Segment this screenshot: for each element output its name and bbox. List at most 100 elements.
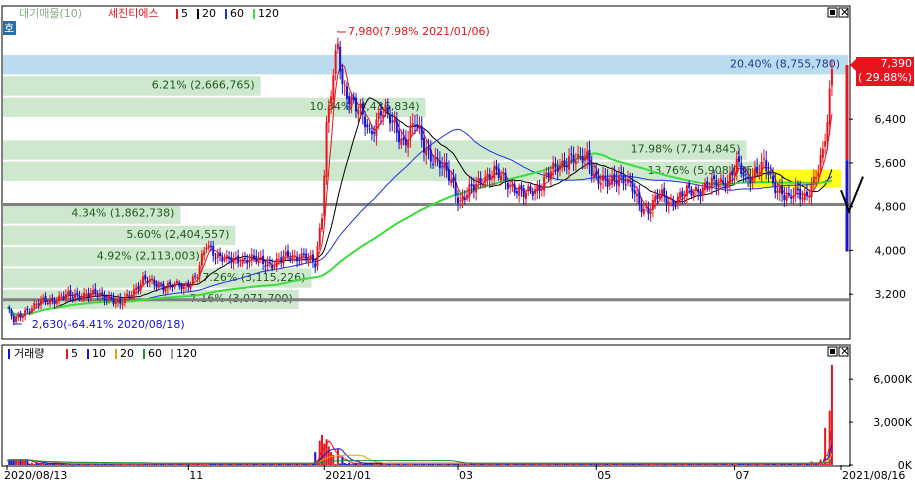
candle-body	[311, 254, 314, 262]
candle-body	[94, 288, 97, 295]
candle-body	[246, 260, 249, 264]
candle-body	[568, 155, 571, 170]
candle-body	[35, 303, 38, 305]
volume-bar	[713, 463, 716, 465]
volume-bar	[241, 463, 244, 465]
candle-body	[595, 171, 598, 177]
price-tick-label: 3,200	[875, 288, 907, 301]
x-tick-label: 2021/01	[325, 469, 371, 482]
price-tick-label: 4,000	[875, 244, 907, 257]
candle-body	[615, 180, 618, 185]
candle-body	[402, 137, 405, 141]
candle-body	[434, 157, 437, 163]
candle-body	[765, 160, 768, 171]
volume-bar	[21, 460, 24, 465]
candle-body	[502, 172, 505, 174]
volume-bar	[71, 464, 74, 466]
volume-bar	[794, 464, 797, 466]
candle-body	[130, 295, 133, 297]
candle-body	[667, 201, 670, 206]
volume-bar	[60, 463, 63, 465]
candle-body	[812, 176, 815, 183]
volume-bar	[427, 464, 430, 466]
candle-body	[237, 255, 240, 264]
corner-badge-text: 호	[4, 22, 14, 35]
candle-body	[450, 179, 453, 184]
candle-body	[298, 259, 301, 261]
volume-bar	[214, 463, 217, 465]
volume-bar	[10, 459, 13, 465]
candle-body	[51, 297, 54, 300]
candle-body	[352, 96, 355, 100]
candle-body	[724, 183, 727, 189]
candle-body	[92, 289, 95, 294]
candle-body	[597, 177, 600, 184]
candle-body	[604, 176, 607, 179]
candle-body	[574, 161, 577, 165]
vol-legend-marker-ma20	[115, 349, 117, 359]
candle-body	[461, 196, 464, 202]
candle-body	[162, 283, 165, 291]
candle-body	[636, 193, 639, 197]
candle-body	[570, 153, 573, 155]
volume-bar	[740, 463, 743, 465]
volume-bar	[647, 463, 650, 465]
candle-body	[717, 184, 720, 188]
candle-body	[257, 258, 260, 264]
legend-label-ma5: 5	[181, 7, 188, 20]
candle-body	[599, 182, 602, 185]
candle-body	[321, 218, 324, 230]
candle-body	[239, 264, 242, 266]
candle-body	[445, 162, 448, 171]
candle-body	[355, 97, 358, 112]
candle-body	[801, 198, 804, 200]
candle-body	[318, 228, 321, 247]
volume-bar	[30, 462, 33, 465]
candle-body	[141, 276, 144, 285]
volume-bar	[690, 464, 693, 466]
candle-body	[339, 46, 342, 72]
candle-body	[119, 297, 122, 304]
candle-body	[212, 245, 215, 257]
volume-bar	[373, 463, 376, 465]
candle-body	[148, 279, 151, 283]
candle-body	[565, 165, 568, 168]
candle-body	[658, 194, 661, 199]
candle-body	[441, 165, 444, 167]
volume-bar	[515, 463, 518, 465]
candle-body	[30, 308, 33, 313]
candle-body	[647, 207, 650, 214]
last-price-label: 7,390	[881, 57, 913, 70]
candle-body	[518, 186, 521, 196]
volume-bar	[624, 464, 627, 466]
candle-body	[486, 173, 489, 179]
candle-body	[44, 296, 47, 303]
price-panel-buttons: ✕	[827, 6, 849, 19]
candle-body	[71, 296, 74, 298]
candle-body	[327, 105, 330, 123]
volume-bar	[296, 464, 299, 466]
volume-bar	[219, 463, 222, 465]
candle-body	[423, 137, 425, 153]
candle-body	[762, 158, 765, 160]
candle-body	[128, 295, 131, 297]
candle-body	[651, 200, 654, 210]
volume-bar	[701, 463, 704, 465]
volume-bar	[230, 464, 233, 466]
volume-bar	[348, 462, 351, 465]
volume-bar	[175, 463, 178, 465]
candle-body	[155, 283, 158, 288]
x-tick-label: 07	[735, 469, 749, 482]
candle-body	[341, 68, 344, 85]
vol-legend-label-ma20: 20	[120, 347, 134, 360]
candle-body	[250, 254, 253, 261]
candle-body	[733, 171, 736, 176]
volume-bar	[570, 463, 573, 465]
candle-body	[799, 188, 802, 200]
volume-bar	[586, 463, 589, 465]
candle-body	[277, 258, 280, 260]
candle-body	[826, 122, 829, 142]
candle-body	[400, 138, 403, 145]
candle-body	[377, 112, 380, 120]
candle-body	[241, 258, 244, 264]
